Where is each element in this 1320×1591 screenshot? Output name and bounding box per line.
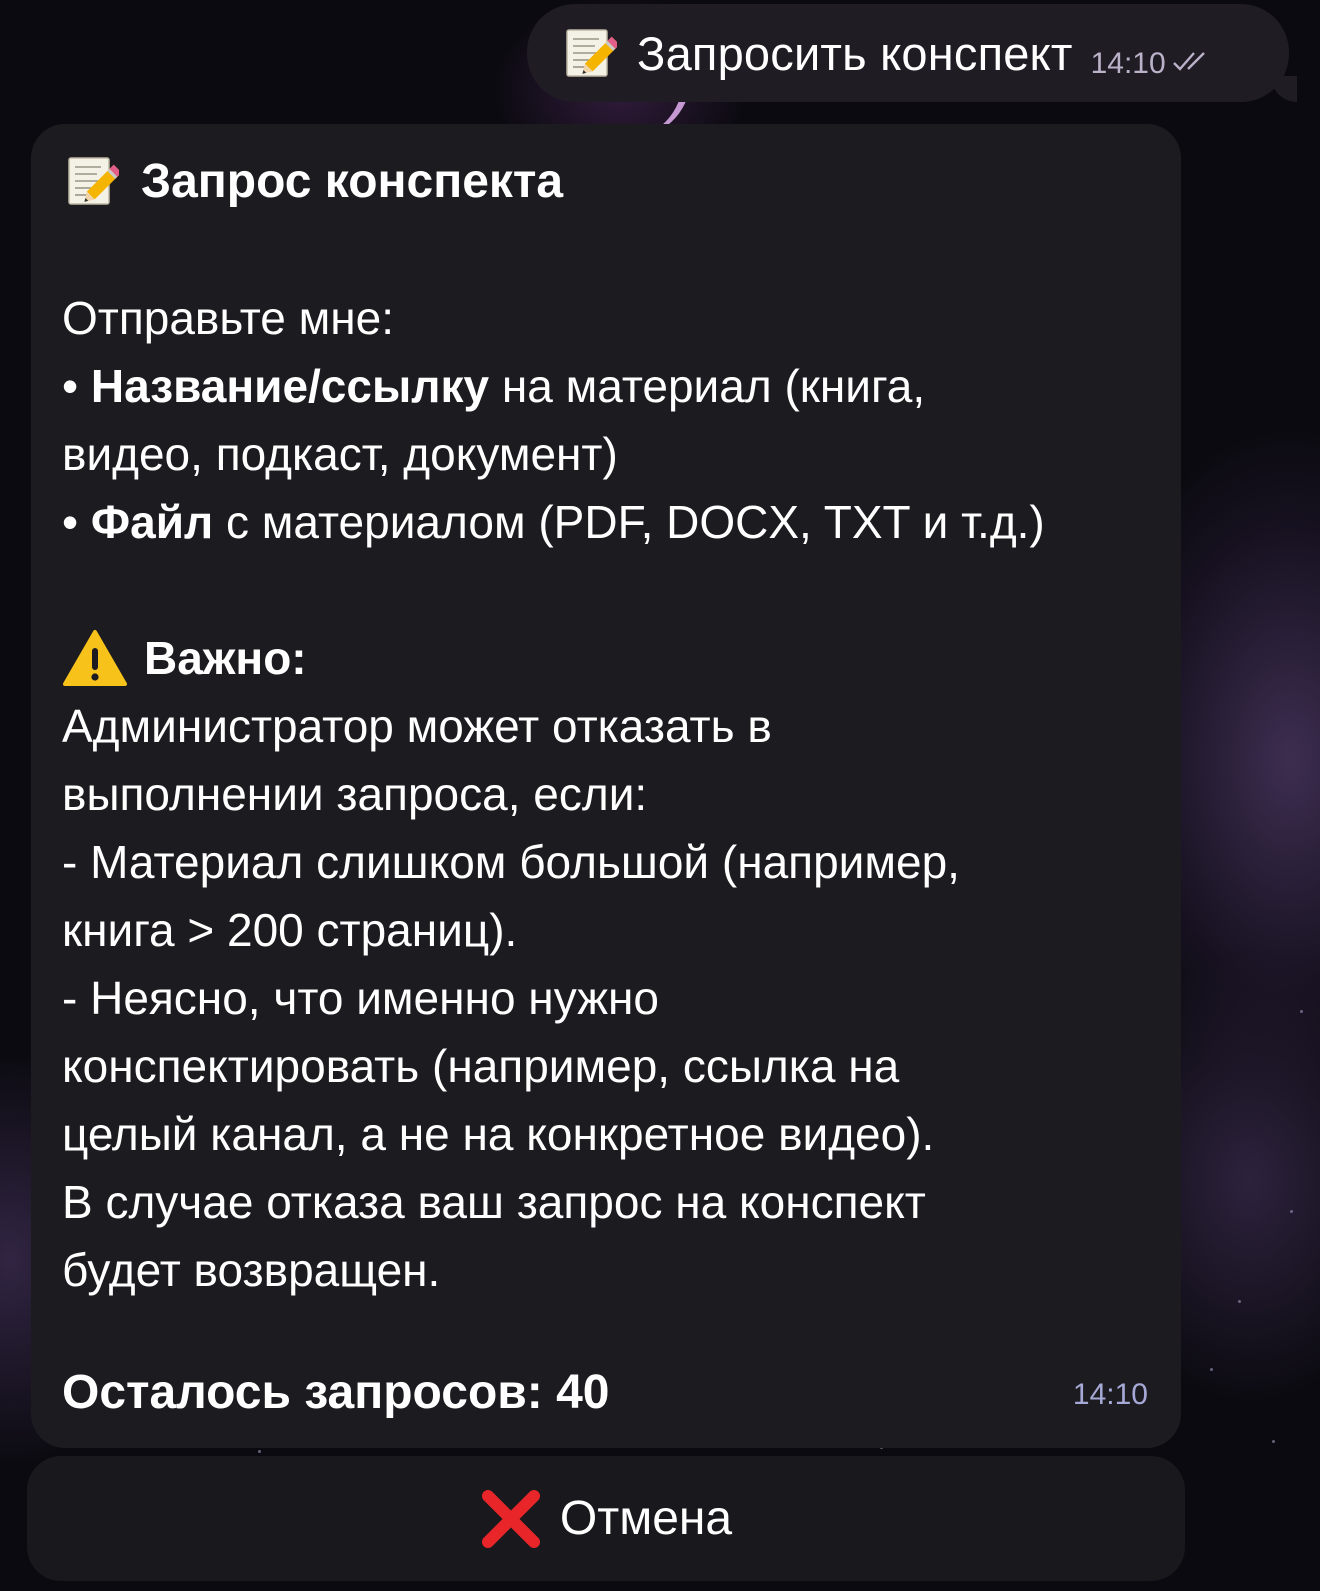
warning-line: книга > 200 страниц). xyxy=(62,904,518,956)
warning-header: Важно: xyxy=(62,624,1147,692)
wallpaper-star xyxy=(258,1450,261,1453)
bullet: • xyxy=(62,360,91,412)
bullet-text: с материалом (PDF, DOCX, TXT и т.д.) xyxy=(213,496,1045,548)
wallpaper-star xyxy=(1300,1010,1303,1013)
warning-line: выполнении запроса, если: xyxy=(62,768,648,820)
warning-line: Администратор может отказать в xyxy=(62,700,772,752)
list-item-continuation: видео, подкаст, документ) xyxy=(62,428,618,480)
incoming-message-bubble[interactable]: Запрос конспекта Отправьте мне: • Назван… xyxy=(31,124,1181,1448)
bullet-text: на материал (книга, xyxy=(489,360,926,412)
outgoing-message-bubble[interactable]: Запросить конспект 14:10 xyxy=(527,4,1297,102)
cancel-button-label: Отмена xyxy=(559,1492,733,1545)
cancel-button[interactable]: Отмена xyxy=(27,1456,1185,1581)
message-title: Запрос конспекта xyxy=(141,154,564,208)
warning-line: - Материал слишком большой (например, xyxy=(62,836,960,888)
remaining-requests: Осталось запросов: 40 xyxy=(62,1366,610,1419)
warning-line: - Неясно, что именно нужно xyxy=(62,972,659,1024)
outgoing-message-text: Запросить конспект xyxy=(637,26,1073,80)
wallpaper-star xyxy=(1290,1210,1293,1213)
incoming-message-time: 14:10 xyxy=(1072,1378,1148,1411)
wallpaper-star xyxy=(1210,1368,1213,1371)
memo-icon xyxy=(67,154,119,208)
outgoing-message-meta: 14:10 xyxy=(1091,47,1214,81)
warning-line: целый канал, а не на конкретное видео). xyxy=(62,1108,935,1160)
memo-icon xyxy=(565,26,617,80)
warning-line: В случае отказа ваш запрос на конспект xyxy=(62,1176,926,1228)
cross-mark-icon xyxy=(480,1488,542,1550)
message-body: Отправьте мне: • Название/ссылку на мате… xyxy=(62,216,1147,1304)
bullet: • xyxy=(62,496,91,548)
bullet-bold-text: Название/ссылку xyxy=(90,360,490,412)
wallpaper-star xyxy=(1238,1300,1241,1303)
warning-icon xyxy=(62,628,128,688)
intro-text: Отправьте мне: xyxy=(62,292,395,344)
read-double-check-icon xyxy=(1172,47,1214,81)
warning-line: будет возвращен. xyxy=(62,1244,441,1296)
message-title-row: Запрос конспекта xyxy=(62,146,1147,216)
warning-line: конспектировать (например, ссылка на xyxy=(62,1040,900,1092)
warning-label: Важно: xyxy=(144,632,307,684)
list-item: • Файл с материалом (PDF, DOCX, TXT и т.… xyxy=(62,488,1147,556)
list-item: • Название/ссылку на материал (книга, xyxy=(62,352,1147,420)
outgoing-message-time: 14:10 xyxy=(1090,47,1166,80)
wallpaper-star xyxy=(1272,1440,1275,1443)
bullet-bold-text: Файл xyxy=(90,496,214,548)
bubble-tail xyxy=(1271,76,1297,102)
